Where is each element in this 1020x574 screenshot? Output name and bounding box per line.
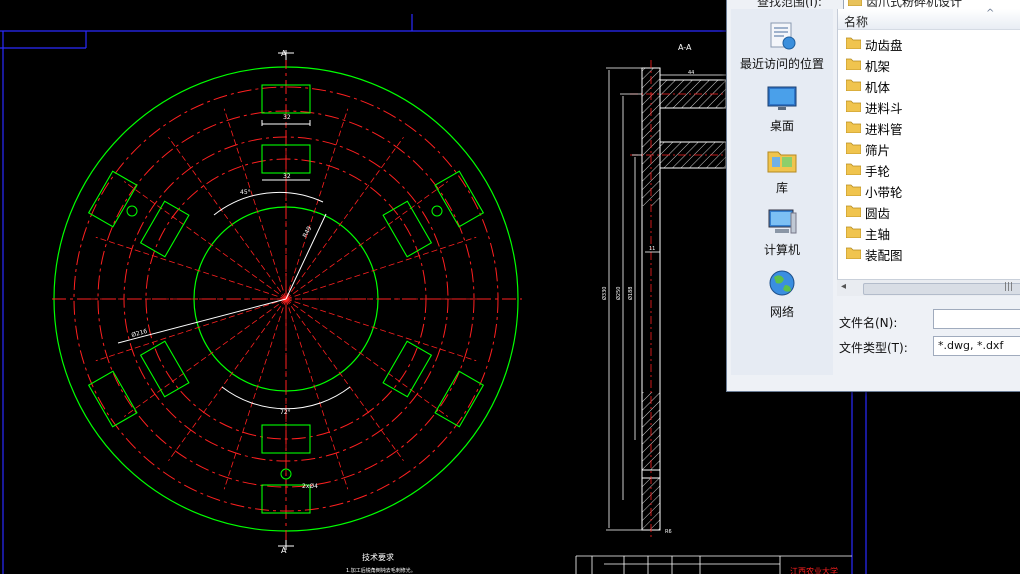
folder-icon [846,163,861,175]
place-computer-label: 计算机 [763,243,800,257]
radial-centerline [285,136,404,300]
place-computer[interactable]: 计算机 [731,205,833,258]
dim-angle-72: 72° [280,409,291,416]
filetype-label: 文件类型(T): [839,341,908,355]
dim-side-dia-1: Ø330 [601,287,608,300]
dim-angle-45: 45° [240,189,251,196]
folder-icon [846,37,861,49]
file-list[interactable]: 名称 ^ 动齿盘机架机体进料斗进料管筛片手轮小带轮圆齿主轴装配图 [837,8,1020,293]
filename-input[interactable] [933,309,1020,329]
list-item-label: 机架 [865,59,891,74]
libraries-icon [767,151,797,173]
place-libraries[interactable]: 库 [731,143,833,196]
network-icon [769,270,795,296]
folder-icon [846,79,861,91]
folder-icon [846,100,861,112]
place-recent[interactable]: 最近访问的位置 [731,19,833,72]
folder-icon [846,226,861,238]
folder-icon [846,142,861,154]
section-marker-bottom: A [281,546,287,555]
radial-centerline [95,298,287,362]
radial-centerline [285,298,449,417]
dim-slot-width-top: 32 [283,114,291,121]
column-header-name[interactable]: 名称 ^ [838,8,1020,30]
mount-hole-right [431,205,443,217]
list-item-label: 进料斗 [865,101,903,116]
dim-radius: R49 [302,225,314,239]
scroll-thumb[interactable]: ||| [863,282,1020,295]
list-item-label: 主轴 [865,227,891,242]
title-block-school: 江西农业大学 [790,566,838,574]
filename-label: 文件名(N): [839,316,898,330]
look-in-row: 查找范围(I): 齿爪式粉碎机设计 [757,0,1020,11]
dim-side-dia-2: Ø250 [615,287,622,300]
tooth-slot [87,370,138,428]
folder-icon [846,58,861,70]
dim-side-bottom: R6 [665,529,672,535]
place-desktop[interactable]: 桌面 [731,81,833,134]
front-view: 32 32 45° 72° R49 Ø216 2xØ4 A A [52,49,522,555]
radial-centerline [123,298,287,417]
open-file-dialog[interactable]: 查找范围(I): 齿爪式粉碎机设计 最近访问的位置 桌面 库 计算机 网络 名称… [726,0,1020,392]
notes-line-1: 1.加工后锐角倒钝去毛刺修光。 [346,567,416,574]
place-libraries-label: 库 [775,181,788,195]
place-recent-label: 最近访问的位置 [739,57,824,71]
dim-slot-width-inner: 32 [283,173,291,180]
radial-centerline [168,298,287,462]
list-item-label: 手轮 [865,164,891,179]
place-network[interactable]: 网络 [731,267,833,320]
column-name-label: 名称 [844,15,869,29]
list-item-label: 机体 [865,80,891,95]
notes-title: 技术要求 [362,552,394,562]
section-marker-top: A [281,49,287,58]
folder-icon [846,205,861,217]
section-label: A-A [678,43,692,52]
place-desktop-label: 桌面 [769,119,794,133]
folder-icon [846,121,861,133]
radial-centerline [123,181,287,300]
places-bar: 最近访问的位置 桌面 库 计算机 网络 [731,9,833,375]
folder-icon [846,184,861,196]
dim-side-thick: 11 [649,246,655,252]
tooth-slot [434,370,485,428]
mount-hole-left [126,205,138,217]
radial-centerline [168,136,287,300]
folder-icon [848,0,862,6]
list-item-label: 动齿盘 [865,38,903,53]
tooth-slot [139,340,190,398]
recent-places-icon [770,22,796,50]
dim-side-width: 44 [688,70,694,76]
radial-centerline [285,298,404,462]
list-item-label: 筛片 [865,143,891,158]
radial-centerline [285,108,349,300]
list-item-label: 进料管 [865,122,903,137]
radial-centerline [285,181,449,300]
desktop-icon [767,86,797,110]
list-item-label: 圆齿 [865,206,891,221]
scroll-left-icon[interactable]: ◂ [841,281,846,292]
tooth-slot [434,170,485,228]
dim-hole-dia: 2xØ4 [302,483,318,490]
section-view: Ø330 Ø250 Ø188 44 11 R6 A-A [601,43,740,540]
folder-icon [846,247,861,259]
tooth-slot [382,340,433,398]
place-network-label: 网络 [769,305,794,319]
computer-icon [768,209,797,234]
list-item-label: 装配图 [865,248,903,263]
dim-side-dia-3: Ø188 [627,287,634,300]
filetype-select[interactable]: *.dwg, *.dxf [933,336,1020,356]
angle-arc-45 [213,191,324,216]
list-item-label: 小带轮 [865,185,903,200]
tooth-slot [87,170,138,228]
sort-ascending-icon: ^ [986,8,995,19]
scroll-grip-icon: ||| [1004,282,1014,292]
horizontal-scrollbar[interactable]: ◂ ||| [837,279,1020,296]
